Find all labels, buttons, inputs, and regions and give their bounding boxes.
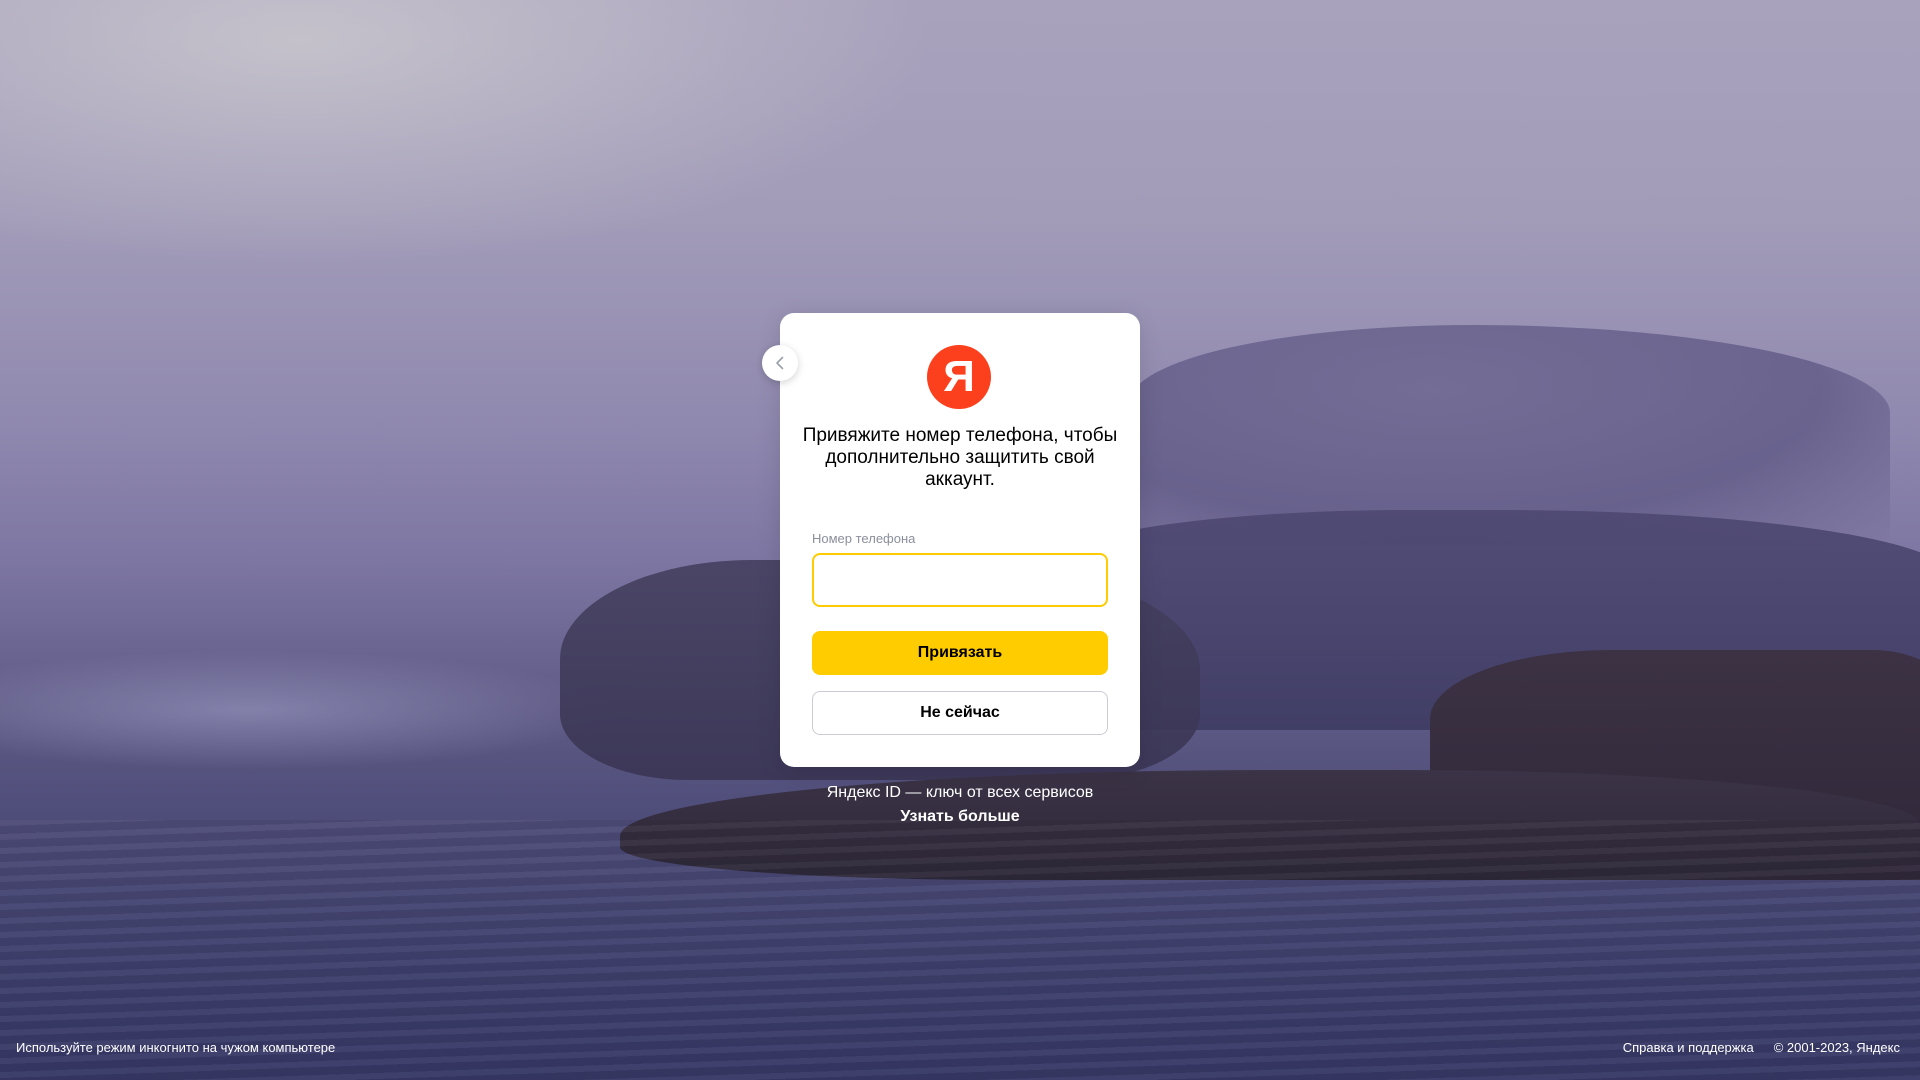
phone-input[interactable]: [812, 553, 1108, 607]
phone-field-label: Номер телефона: [812, 531, 916, 546]
bind-button[interactable]: Привязать: [812, 631, 1108, 675]
footer-links: Справка и поддержка © 2001-2023, Яндекс: [1623, 1040, 1900, 1055]
incognito-hint: Используйте режим инкогнито на чужом ком…: [16, 1040, 336, 1055]
phone-bind-dialog: Я Привяжите номер телефона, чтобы дополн…: [780, 313, 1140, 767]
back-button[interactable]: [762, 345, 798, 381]
not-now-button[interactable]: Не сейчас: [812, 691, 1108, 735]
promo-block: Яндекс ID — ключ от всех сервисов Узнать…: [760, 781, 1160, 829]
dialog-title: Привяжите номер телефона, чтобы дополнит…: [802, 425, 1118, 490]
copyright-text: © 2001-2023, Яндекс: [1773, 1040, 1900, 1055]
learn-more-link[interactable]: Узнать больше: [760, 805, 1160, 829]
help-support-link[interactable]: Справка и поддержка: [1623, 1040, 1754, 1055]
logo-letter: Я: [943, 352, 975, 401]
promo-text: Яндекс ID — ключ от всех сервисов: [826, 784, 1094, 801]
chevron-left-icon: [776, 356, 784, 370]
background-wave: [0, 650, 620, 770]
yandex-logo: Я: [927, 345, 991, 409]
